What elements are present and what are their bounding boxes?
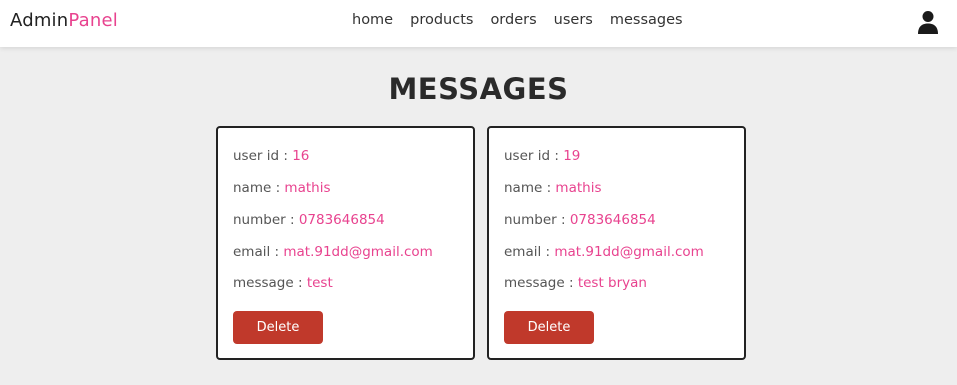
message-row: message : test bryan bbox=[504, 275, 647, 291]
message-label: message : bbox=[233, 275, 307, 291]
main-nav: home products orders users messages bbox=[352, 12, 683, 28]
header: AdminPanel home products orders users me… bbox=[0, 0, 957, 47]
nav-orders[interactable]: orders bbox=[490, 12, 536, 28]
user-id-row: user id : 19 bbox=[504, 148, 580, 164]
number-row: number : 0783646854 bbox=[233, 212, 385, 228]
message-value: test bbox=[306, 275, 333, 291]
email-row: email : mat.91dd@gmail.com bbox=[504, 244, 704, 260]
number-label: number : bbox=[504, 212, 570, 228]
name-value: mathis bbox=[555, 180, 602, 196]
user-id-value: 16 bbox=[292, 148, 310, 164]
number-value: 0783646854 bbox=[569, 212, 656, 228]
name-label: name : bbox=[233, 180, 285, 196]
number-row: number : 0783646854 bbox=[504, 212, 656, 228]
nav-products[interactable]: products bbox=[410, 12, 473, 28]
email-label: email : bbox=[504, 244, 555, 260]
user-id-label: user id : bbox=[504, 148, 564, 164]
email-row: email : mat.91dd@gmail.com bbox=[233, 244, 433, 260]
user-icon[interactable] bbox=[918, 10, 938, 34]
logo-accent: Panel bbox=[68, 10, 118, 31]
message-card: user id : 19 name : mathis number : 0783… bbox=[487, 126, 746, 360]
logo-main: Admin bbox=[10, 10, 69, 31]
number-value: 0783646854 bbox=[298, 212, 385, 228]
name-row: name : mathis bbox=[504, 180, 601, 196]
message-card: user id : 16 name : mathis number : 0783… bbox=[216, 126, 475, 360]
email-value: mat.91dd@gmail.com bbox=[283, 244, 433, 260]
nav-messages[interactable]: messages bbox=[610, 12, 683, 28]
user-id-value: 19 bbox=[563, 148, 581, 164]
nav-users[interactable]: users bbox=[554, 12, 593, 28]
name-row: name : mathis bbox=[233, 180, 330, 196]
message-row: message : test bbox=[233, 275, 333, 291]
email-label: email : bbox=[233, 244, 284, 260]
logo[interactable]: AdminPanel bbox=[10, 10, 118, 31]
name-value: mathis bbox=[284, 180, 331, 196]
message-value: test bryan bbox=[577, 275, 647, 291]
delete-button[interactable]: Delete bbox=[504, 311, 594, 344]
page-title: MESSAGES bbox=[388, 72, 569, 106]
nav-home[interactable]: home bbox=[352, 12, 393, 28]
user-id-label: user id : bbox=[233, 148, 293, 164]
message-label: message : bbox=[504, 275, 578, 291]
email-value: mat.91dd@gmail.com bbox=[554, 244, 704, 260]
name-label: name : bbox=[504, 180, 556, 196]
number-label: number : bbox=[233, 212, 299, 228]
user-id-row: user id : 16 bbox=[233, 148, 309, 164]
delete-button[interactable]: Delete bbox=[233, 311, 323, 344]
